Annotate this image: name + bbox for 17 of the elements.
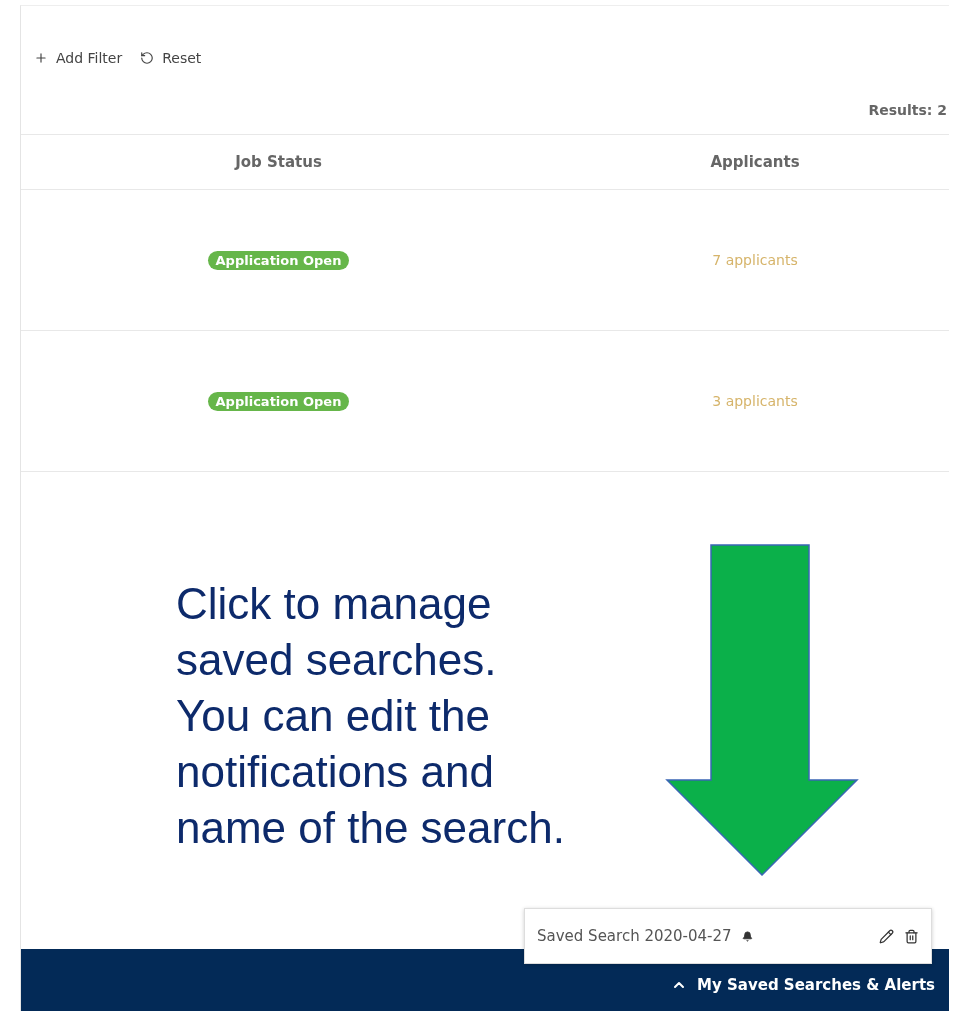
- reset-button[interactable]: Reset: [140, 50, 202, 66]
- saved-searches-toggle[interactable]: My Saved Searches & Alerts: [671, 975, 935, 994]
- status-badge: Application Open: [207, 250, 350, 270]
- status-badge: Application Open: [207, 391, 350, 411]
- results-count: Results: 2: [868, 102, 947, 120]
- add-filter-button[interactable]: Add Filter: [34, 50, 123, 66]
- plus-icon: [34, 51, 48, 65]
- delete-button[interactable]: [904, 928, 919, 944]
- pencil-icon: [879, 928, 894, 944]
- edit-button[interactable]: [879, 928, 894, 944]
- reset-icon: [140, 51, 155, 65]
- saved-search-name[interactable]: Saved Search 2020-04-27: [537, 927, 732, 945]
- annotation-text: Click to manage saved searches. You can edit the notifications and name of the search.: [176, 578, 566, 854]
- column-header: Job Status: [21, 135, 536, 190]
- bell-icon[interactable]: [741, 930, 753, 942]
- trash-icon: [904, 928, 919, 944]
- column-header: Applicants: [536, 135, 949, 190]
